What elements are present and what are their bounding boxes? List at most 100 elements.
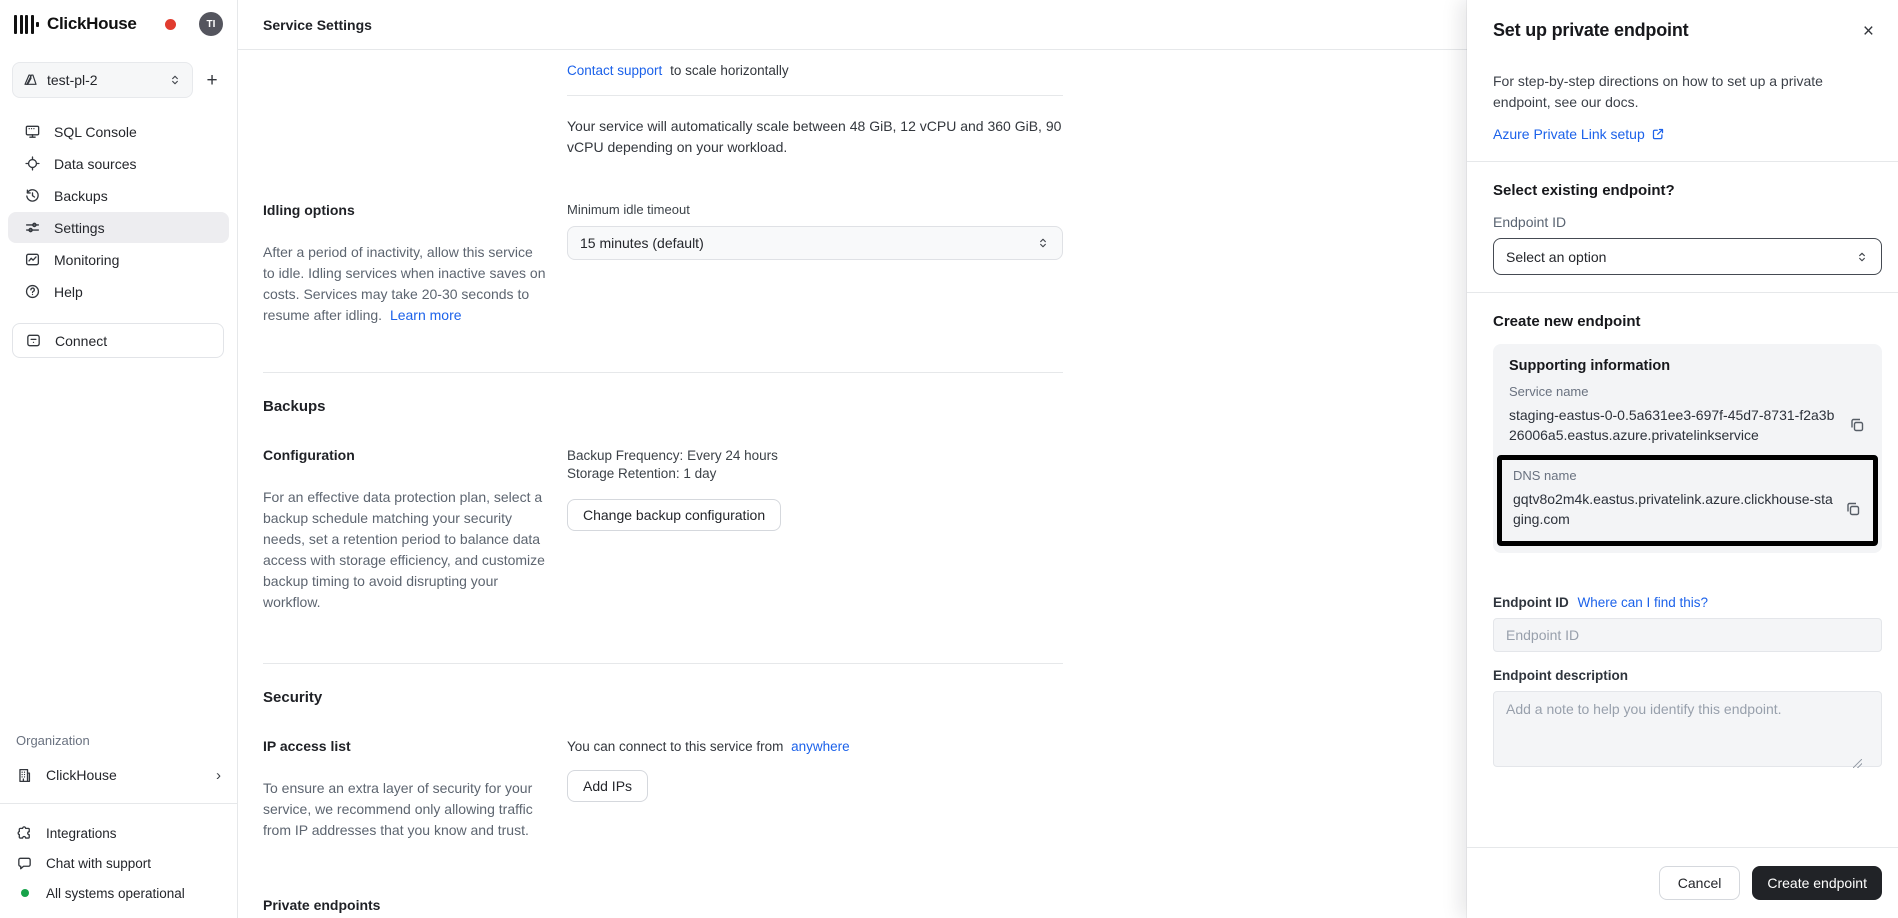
divider <box>1467 161 1898 162</box>
change-backup-configuration-button[interactable]: Change backup configuration <box>567 499 781 531</box>
dns-name-highlight-box: DNS name gqtv8o2m4k.eastus.privatelink.a… <box>1497 455 1878 546</box>
sidebar-item-integrations[interactable]: Integrations <box>0 818 237 848</box>
drawer-title: Set up private endpoint <box>1493 20 1688 41</box>
connect-from-line: You can connect to this service from any… <box>567 738 1063 756</box>
help-icon <box>24 283 41 300</box>
stepper-icon <box>1855 250 1869 264</box>
divider <box>567 95 1063 96</box>
connect-from-text: You can connect to this service from <box>567 739 783 754</box>
sidebar-item-label: Monitoring <box>54 252 119 268</box>
footer-item-label: Integrations <box>46 826 117 841</box>
idle-timeout-select[interactable]: 15 minutes (default) <box>567 226 1063 260</box>
sidebar-item-help[interactable]: Help <box>8 276 229 307</box>
connect-label: Connect <box>55 333 107 349</box>
endpoint-description-label: Endpoint description <box>1493 668 1882 683</box>
supporting-information-card: Supporting information Service name stag… <box>1493 344 1882 553</box>
notification-dot-icon[interactable] <box>165 19 176 30</box>
divider <box>1467 292 1898 293</box>
footer-item-label: Chat with support <box>46 856 151 871</box>
service-name-row: staging-eastus-0-0.5a631ee3-697f-45d7-87… <box>1509 405 1866 445</box>
add-ips-button[interactable]: Add IPs <box>567 770 648 802</box>
scale-horizontal-line: Contact support to scale horizontally <box>567 61 1063 81</box>
connect-button[interactable]: Connect <box>12 323 224 358</box>
copy-icon[interactable] <box>1848 416 1866 434</box>
close-icon[interactable]: × <box>1861 20 1876 43</box>
chat-bubble-icon <box>16 855 33 872</box>
sql-console-icon <box>24 123 41 140</box>
page-title: Service Settings <box>263 17 372 33</box>
status-green-dot-icon <box>21 889 29 897</box>
dns-name-label: DNS name <box>1513 468 1862 483</box>
azure-private-link-setup-link[interactable]: Azure Private Link setup <box>1493 126 1665 142</box>
sidebar-item-label: Settings <box>54 220 105 236</box>
divider <box>263 663 1063 664</box>
integrations-icon <box>16 825 33 842</box>
endpoint-id-input[interactable] <box>1493 618 1882 652</box>
endpoint-id-field-label: Endpoint ID <box>1493 595 1569 610</box>
organization-label: Organization <box>0 733 237 748</box>
sidebar-item-sql-console[interactable]: SQL Console <box>8 116 229 147</box>
divider <box>0 803 237 804</box>
settings-icon <box>24 219 41 236</box>
anywhere-link[interactable]: anywhere <box>791 739 850 754</box>
system-status-item[interactable]: All systems operational <box>0 878 237 908</box>
sidebar-item-data-sources[interactable]: Data sources <box>8 148 229 179</box>
contact-support-link[interactable]: Contact support <box>567 63 662 78</box>
sidebar-item-label: SQL Console <box>54 124 137 140</box>
setup-private-endpoint-drawer: Set up private endpoint × For step-by-st… <box>1467 0 1898 918</box>
autoscale-description: Your service will automatically scale be… <box>567 116 1063 158</box>
sidebar-item-settings[interactable]: Settings <box>8 212 229 243</box>
idling-description: After a period of inactivity, allow this… <box>263 242 548 326</box>
sidebar-item-chat-support[interactable]: Chat with support <box>0 848 237 878</box>
sidebar-item-label: Help <box>54 284 83 300</box>
docs-link-label: Azure Private Link setup <box>1493 126 1645 142</box>
sidebar-item-backups[interactable]: Backups <box>8 180 229 211</box>
endpoint-description-textarea[interactable] <box>1493 691 1882 767</box>
backup-frequency-text: Backup Frequency: Every 24 hours <box>567 447 1063 465</box>
endpoint-id-select-value: Select an option <box>1506 249 1855 265</box>
sidebar-nav: SQL Console Data sources Backups <box>0 116 237 307</box>
endpoint-id-field-row: Endpoint ID Where can I find this? <box>1493 595 1882 610</box>
idle-timeout-value: 15 minutes (default) <box>580 235 1036 251</box>
service-name: test-pl-2 <box>47 72 159 88</box>
cancel-button[interactable]: Cancel <box>1659 866 1741 900</box>
connect-wrap: Connect <box>0 307 237 358</box>
copy-icon[interactable] <box>1844 500 1862 518</box>
stepper-icon <box>168 73 182 87</box>
ip-access-list-title: IP access list <box>263 738 548 754</box>
sidebar: ClickHouse TI test-pl-2 + <box>0 0 238 918</box>
app-window: ClickHouse TI test-pl-2 + <box>0 0 1898 918</box>
where-can-i-find-this-link[interactable]: Where can I find this? <box>1578 595 1709 610</box>
idle-timeout-label: Minimum idle timeout <box>567 202 1063 217</box>
sidebar-item-monitoring[interactable]: Monitoring <box>8 244 229 275</box>
service-selector[interactable]: test-pl-2 <box>12 62 193 98</box>
backup-retention-text: Storage Retention: 1 day <box>567 465 1063 483</box>
status-label: All systems operational <box>46 886 185 901</box>
endpoint-id-select[interactable]: Select an option <box>1493 238 1882 275</box>
add-service-button[interactable]: + <box>201 71 223 90</box>
scale-horizontal-text: to scale horizontally <box>670 63 789 78</box>
backups-icon <box>24 187 41 204</box>
brand-name: ClickHouse <box>47 14 137 34</box>
drawer-header: Set up private endpoint × <box>1467 0 1898 43</box>
azure-icon <box>23 73 38 88</box>
chevron-right-icon: › <box>216 767 221 784</box>
learn-more-link[interactable]: Learn more <box>390 307 462 323</box>
drawer-body: For step-by-step directions on how to se… <box>1467 43 1898 847</box>
organization-item[interactable]: ClickHouse › <box>0 760 237 790</box>
avatar[interactable]: TI <box>199 12 223 36</box>
service-name-value: staging-eastus-0-0.5a631ee3-697f-45d7-87… <box>1509 405 1838 445</box>
organization-name: ClickHouse <box>46 767 117 783</box>
brand-row: ClickHouse TI <box>0 0 237 36</box>
endpoint-id-select-label: Endpoint ID <box>1493 214 1882 230</box>
backup-configuration-description: For an effective data protection plan, s… <box>263 487 548 613</box>
connect-icon <box>25 332 42 349</box>
divider <box>263 372 1063 373</box>
create-endpoint-button[interactable]: Create endpoint <box>1752 866 1882 900</box>
ip-access-list-description: To ensure an extra layer of security for… <box>263 778 548 841</box>
external-link-icon <box>1651 127 1665 141</box>
supporting-information-title: Supporting information <box>1509 358 1866 374</box>
monitoring-icon <box>24 251 41 268</box>
create-new-endpoint-title: Create new endpoint <box>1493 313 1882 330</box>
data-sources-icon <box>24 155 41 172</box>
